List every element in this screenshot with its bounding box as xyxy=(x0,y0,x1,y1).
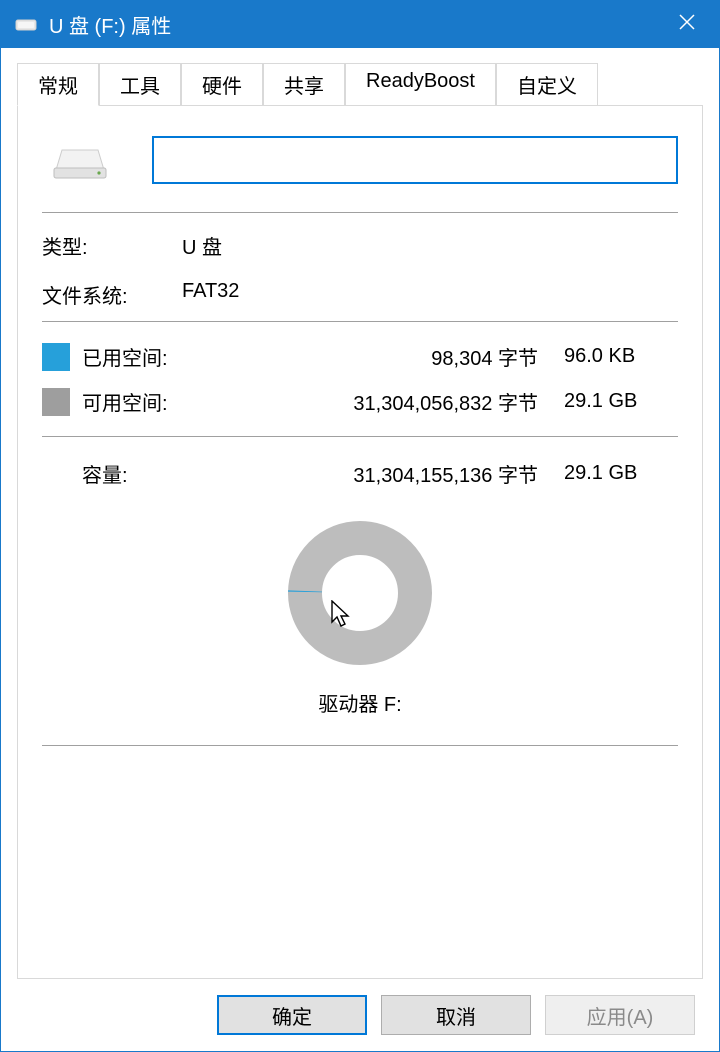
properties-window: U 盘 (F:) 属性 常规 工具 硬件 共享 ReadyBoost 自定义 xyxy=(0,0,720,1052)
dialog-body: 常规 工具 硬件 共享 ReadyBoost 自定义 xyxy=(1,48,719,1051)
general-panel: 类型: U 盘 文件系统: FAT32 已用空间: 98,304 字节 96.0… xyxy=(17,105,703,979)
drive-icon xyxy=(15,16,37,32)
ok-button[interactable]: 确定 xyxy=(217,995,367,1035)
drive-icon-large xyxy=(42,138,152,182)
filesystem-label: 文件系统: xyxy=(42,280,182,309)
volume-name-input[interactable] xyxy=(152,136,678,184)
capacity-human: 29.1 GB xyxy=(548,462,678,485)
usage-donut xyxy=(42,518,678,668)
used-space-row: 已用空间: 98,304 字节 96.0 KB xyxy=(42,334,678,379)
type-label: 类型: xyxy=(42,231,182,260)
free-space-row: 可用空间: 31,304,056,832 字节 29.1 GB xyxy=(42,379,678,424)
dialog-buttons: 确定 取消 应用(A) xyxy=(1,979,719,1051)
used-label: 已用空间: xyxy=(82,342,212,371)
window-title: U 盘 (F:) 属性 xyxy=(49,10,659,39)
capacity-row: 容量: 31,304,155,136 字节 29.1 GB xyxy=(42,449,678,498)
separator xyxy=(42,745,678,746)
tab-general[interactable]: 常规 xyxy=(17,63,99,106)
free-swatch xyxy=(42,388,70,416)
tab-strip: 常规 工具 硬件 共享 ReadyBoost 自定义 xyxy=(1,48,719,105)
capacity-bytes: 31,304,155,136 字节 xyxy=(212,459,548,488)
separator xyxy=(42,436,678,437)
free-human: 29.1 GB xyxy=(548,390,678,413)
tab-sharing[interactable]: 共享 xyxy=(263,63,345,106)
tab-readyboost[interactable]: ReadyBoost xyxy=(345,63,496,106)
type-value: U 盘 xyxy=(182,231,678,260)
titlebar[interactable]: U 盘 (F:) 属性 xyxy=(1,0,719,48)
tab-tools[interactable]: 工具 xyxy=(99,63,181,106)
apply-button: 应用(A) xyxy=(545,995,695,1035)
close-icon xyxy=(678,13,696,35)
used-human: 96.0 KB xyxy=(548,345,678,368)
capacity-label: 容量: xyxy=(82,459,212,488)
cancel-button[interactable]: 取消 xyxy=(381,995,531,1035)
tab-hardware[interactable]: 硬件 xyxy=(181,63,263,106)
drive-label: 驱动器 F: xyxy=(42,678,678,733)
used-bytes: 98,304 字节 xyxy=(212,342,548,371)
separator xyxy=(42,321,678,322)
close-button[interactable] xyxy=(659,0,715,48)
filesystem-value: FAT32 xyxy=(182,280,678,309)
tab-custom[interactable]: 自定义 xyxy=(496,63,598,106)
used-swatch xyxy=(42,343,70,371)
free-label: 可用空间: xyxy=(82,387,212,416)
separator xyxy=(42,212,678,213)
free-bytes: 31,304,056,832 字节 xyxy=(212,387,548,416)
